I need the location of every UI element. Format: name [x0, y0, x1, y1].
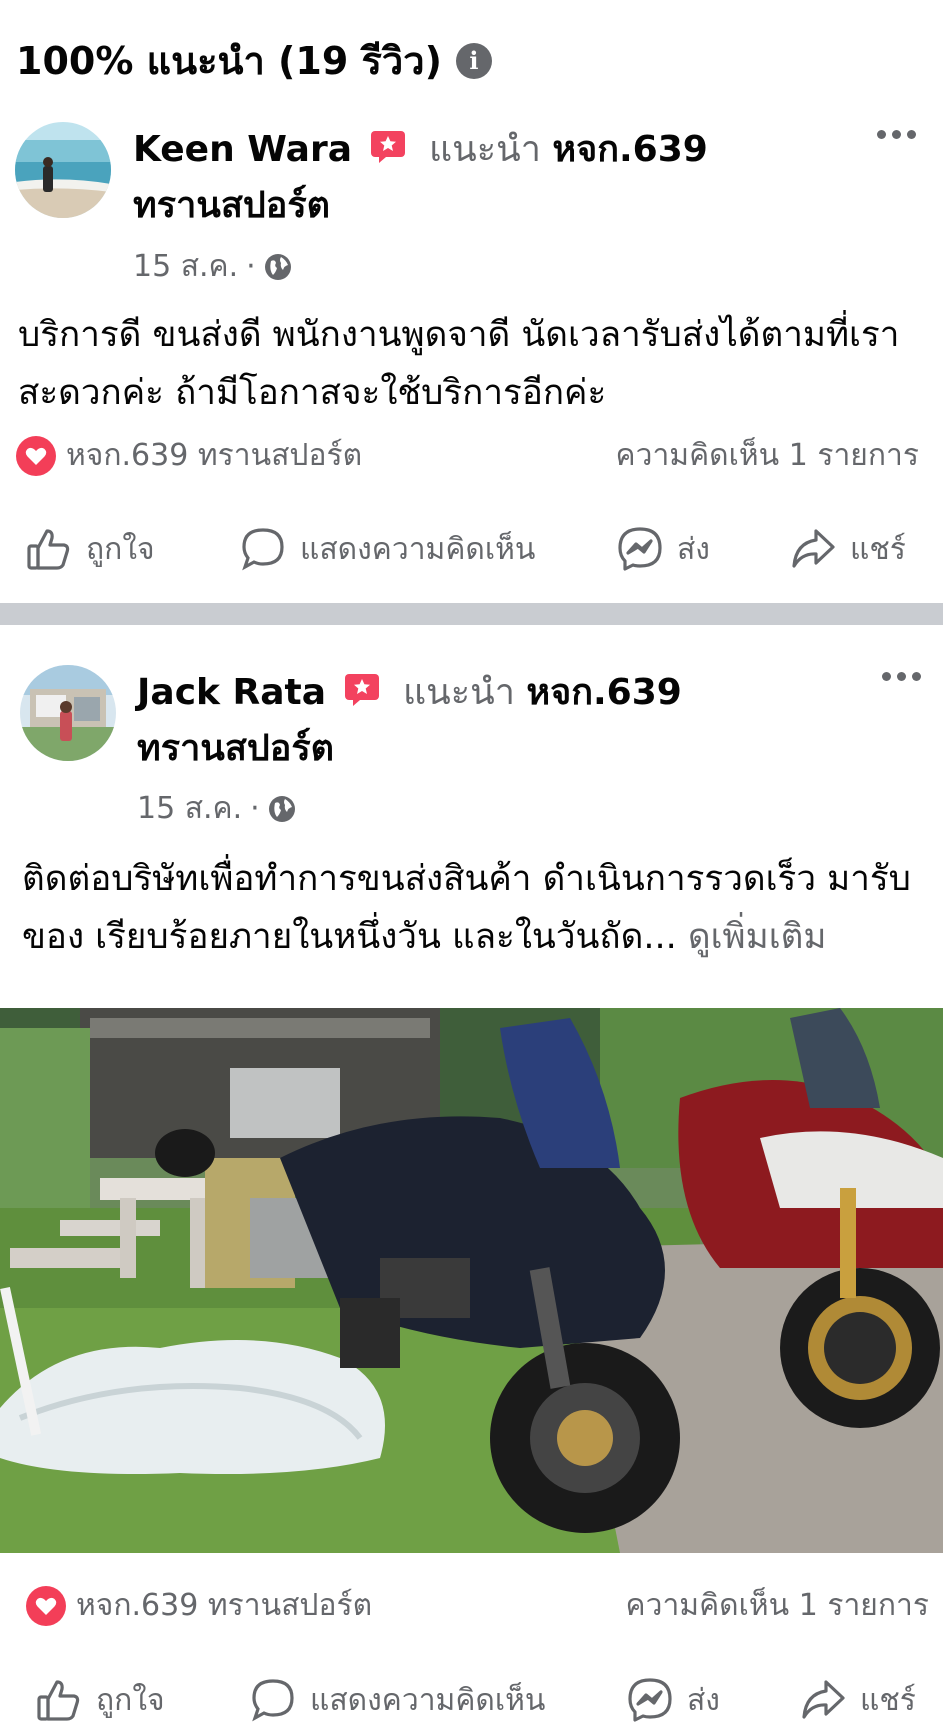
- avatar[interactable]: [15, 122, 111, 218]
- send-label: ส่ง: [677, 531, 710, 567]
- share-label: แชร์: [860, 1682, 916, 1718]
- author-name[interactable]: Jack Rata: [137, 672, 326, 713]
- globe-icon: [264, 253, 291, 280]
- like-label: ถูกใจ: [96, 1682, 165, 1718]
- reaction-bar: หจก.639 ทรานสปอร์ต ความคิดเห็น 1 รายการ: [0, 432, 943, 482]
- reaction-by: หจก.639 ทรานสปอร์ต: [76, 1588, 373, 1623]
- share-button[interactable]: แชร์: [800, 1665, 916, 1735]
- meta-separator: ·: [250, 791, 260, 826]
- info-icon[interactable]: i: [455, 42, 492, 79]
- action-bar: ถูกใจ แสดงความคิดเห็น ส่ง แชร์: [0, 1665, 943, 1735]
- recommend-badge-icon: [345, 674, 380, 706]
- recommends-label: แนะนำ: [428, 129, 541, 170]
- meta-separator: ·: [246, 249, 256, 284]
- like-icon: [27, 529, 70, 570]
- share-button[interactable]: แชร์: [790, 514, 906, 584]
- comment-icon: [252, 1679, 294, 1722]
- share-label: แชร์: [850, 531, 906, 567]
- review-text: ติดต่อบริษัทเพื่อทำการขนส่งสินค้า ดำเนิน…: [22, 850, 922, 966]
- reviews-summary-title: 100% แนะนำ (19 รีวิว): [16, 39, 442, 83]
- reactions-summary[interactable]: หจก.639 ทรานสปอร์ต: [16, 432, 362, 479]
- motorcycles-photo: [0, 1008, 943, 1553]
- post-meta: 15 ส.ค. ·: [137, 785, 296, 832]
- reaction-by: หจก.639 ทรานสปอร์ต: [66, 438, 363, 473]
- send-label: ส่ง: [687, 1682, 720, 1718]
- post-divider: [0, 603, 943, 625]
- post-meta: 15 ส.ค. ·: [133, 243, 292, 290]
- see-more-link[interactable]: ดูเพิ่มเติม: [688, 917, 827, 957]
- comments-count[interactable]: ความคิดเห็น 1 รายการ: [626, 1582, 929, 1629]
- post-date[interactable]: 15 ส.ค.: [133, 243, 238, 290]
- send-button[interactable]: ส่ง: [617, 514, 710, 584]
- like-button[interactable]: ถูกใจ: [36, 1665, 165, 1735]
- share-icon: [802, 1680, 845, 1719]
- avatar[interactable]: [20, 665, 116, 761]
- share-icon: [792, 529, 835, 568]
- comment-icon: [242, 528, 284, 571]
- reactions-summary[interactable]: หจก.639 ทรานสปอร์ต: [26, 1582, 372, 1629]
- comment-button[interactable]: แสดงความคิดเห็น: [250, 1665, 545, 1735]
- comment-label: แสดงความคิดเห็น: [300, 531, 536, 567]
- recommends-label: แนะนำ: [402, 672, 515, 713]
- globe-icon: [268, 795, 295, 822]
- author-name[interactable]: Keen Wara: [133, 129, 352, 170]
- comments-count[interactable]: ความคิดเห็น 1 รายการ: [616, 432, 919, 479]
- review-text: บริการดี ขนส่งดี พนักงานพูดจาดี นัดเวลาร…: [18, 315, 900, 413]
- heart-icon: [26, 1585, 66, 1626]
- like-label: ถูกใจ: [86, 531, 155, 567]
- messenger-icon: [618, 527, 662, 571]
- heart-icon: [16, 435, 56, 476]
- more-options-icon[interactable]: [877, 130, 916, 139]
- messenger-icon: [628, 1678, 672, 1722]
- review-photo[interactable]: [0, 1008, 943, 1553]
- comment-label: แสดงความคิดเห็น: [310, 1682, 546, 1718]
- action-bar: ถูกใจ แสดงความคิดเห็น ส่ง แชร์: [0, 514, 943, 584]
- more-options-icon[interactable]: [882, 672, 921, 681]
- like-icon: [37, 1680, 80, 1721]
- send-button[interactable]: ส่ง: [627, 1665, 720, 1735]
- post-author-line: Keen Wara แนะนำ หจก.639 ทรานสปอร์ต: [133, 122, 753, 234]
- post-date[interactable]: 15 ส.ค.: [137, 785, 242, 832]
- comment-button[interactable]: แสดงความคิดเห็น: [240, 514, 535, 584]
- post-author-line: Jack Rata แนะนำ หจก.639 ทรานสปอร์ต: [137, 665, 757, 777]
- like-button[interactable]: ถูกใจ: [26, 514, 155, 584]
- reaction-bar: หจก.639 ทรานสปอร์ต ความคิดเห็น 1 รายการ: [0, 1582, 943, 1632]
- recommend-badge-icon: [371, 131, 406, 163]
- reviews-summary: 100% แนะนำ (19 รีวิว) i: [16, 30, 492, 91]
